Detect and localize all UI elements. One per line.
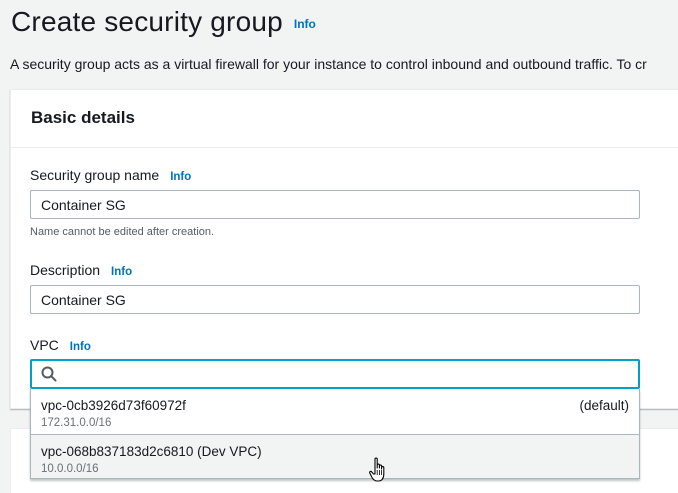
panel-title: Basic details (31, 108, 135, 127)
vpc-option-tag: (default) (579, 398, 629, 413)
vpc-option-main: vpc-0cb3926d73f60972f (default) (41, 398, 629, 413)
vpc-option-cidr: 10.0.0.0/16 (41, 463, 99, 475)
security-group-name-label-text: Security group name (30, 167, 160, 183)
description-info-link[interactable]: Info (111, 266, 132, 278)
create-security-group-page: Create security group Info A security gr… (0, 0, 678, 493)
title-row: Create security group Info (11, 6, 316, 38)
vpc-option-cidr: 172.31.0.0/16 (41, 417, 112, 429)
vpc-option-id: vpc-0cb3926d73f60972f (41, 398, 186, 413)
search-icon (41, 366, 57, 382)
vpc-search-input[interactable] (30, 359, 640, 389)
vpc-option-highlighted[interactable]: vpc-068b837183d2c6810 (Dev VPC) 10.0.0.0… (31, 434, 639, 479)
title-info-link[interactable]: Info (294, 17, 316, 31)
page-title: Create security group (11, 6, 283, 37)
description-label-text: Description (30, 262, 101, 278)
security-group-name-info-link[interactable]: Info (170, 171, 191, 183)
security-group-name-input[interactable] (30, 190, 640, 219)
vpc-dropdown-list: vpc-0cb3926d73f60972f (default) 172.31.0… (30, 389, 640, 479)
security-group-name-hint: Name cannot be edited after creation. (30, 226, 215, 238)
vpc-option-main: vpc-068b837183d2c6810 (Dev VPC) (41, 444, 629, 459)
description-input[interactable] (30, 285, 640, 314)
vpc-label-text: VPC (30, 337, 59, 353)
vpc-option-id: vpc-068b837183d2c6810 (Dev VPC) (41, 444, 262, 459)
security-group-name-label: Security group name Info (30, 167, 191, 183)
vpc-label: VPC Info (30, 337, 91, 353)
panel-header: Basic details (11, 90, 678, 148)
page-description: A security group acts as a virtual firew… (10, 56, 647, 72)
hand-pointer-icon (369, 457, 385, 482)
description-label: Description Info (30, 262, 132, 278)
vpc-option[interactable]: vpc-0cb3926d73f60972f (default) 172.31.0… (31, 389, 639, 433)
vpc-info-link[interactable]: Info (70, 341, 91, 353)
